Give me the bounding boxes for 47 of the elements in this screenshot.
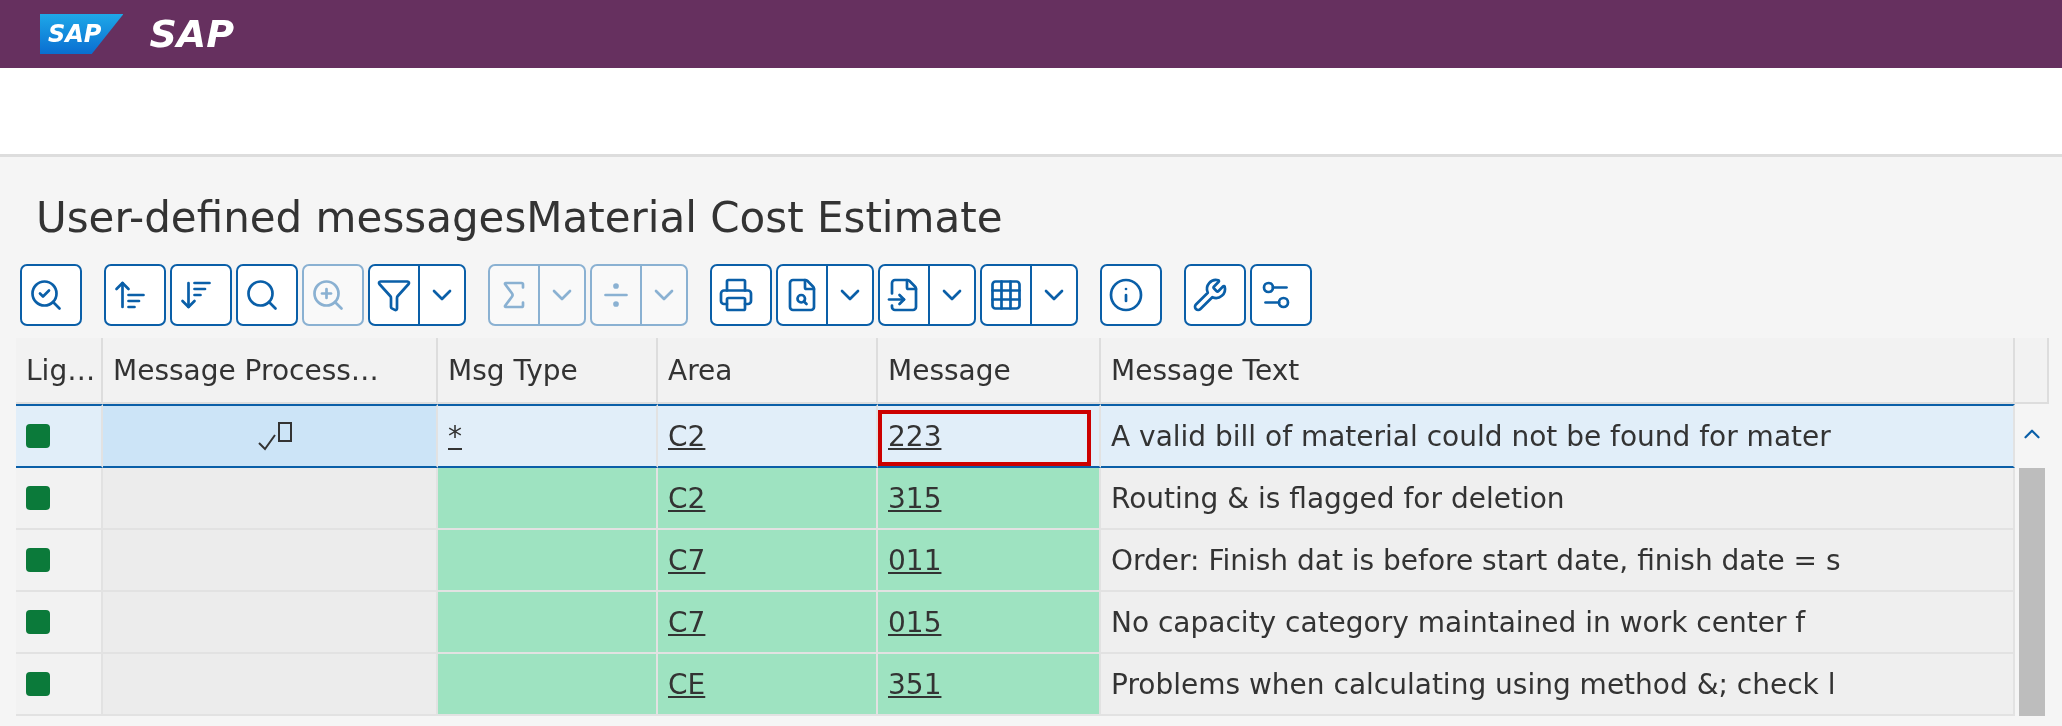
column-header[interactable]: Message Text <box>1101 338 2015 404</box>
scrollbar-thumb[interactable] <box>2019 468 2045 716</box>
column-header[interactable]: Msg Type <box>438 338 658 404</box>
toolbar-button[interactable] <box>1250 264 1312 326</box>
message-link[interactable]: 015 <box>888 605 942 639</box>
shell-title: SAP <box>149 12 235 56</box>
message-link[interactable]: 315 <box>888 481 942 515</box>
wrench-icon <box>1192 277 1228 313</box>
toolbar-button[interactable] <box>104 264 166 326</box>
toolbar-button[interactable] <box>236 264 298 326</box>
area-link[interactable]: C7 <box>668 543 706 577</box>
message-link[interactable]: 351 <box>888 667 942 701</box>
info-icon <box>1108 277 1144 313</box>
toolbar-button[interactable] <box>1184 264 1246 326</box>
column-header[interactable]: Lig… <box>16 338 103 404</box>
toolbar-button[interactable] <box>710 264 772 326</box>
toolbar-button[interactable] <box>20 264 82 326</box>
toolbar-button[interactable] <box>368 264 466 326</box>
toolbar-button[interactable] <box>980 264 1078 326</box>
message-link[interactable]: 011 <box>888 543 942 577</box>
toolbar-button[interactable] <box>776 264 874 326</box>
message-text: A valid bill of material could not be found for mater <box>1101 404 2015 468</box>
page-title: User-defined messagesMaterial Cost Estimate <box>35 192 1004 242</box>
column-header[interactable]: Message <box>878 338 1101 404</box>
grid-settings-icon <box>988 277 1024 313</box>
message-text: Problems when calculating using method &; check l <box>1101 654 2015 716</box>
search-icon <box>244 277 280 313</box>
column-header-blank <box>2015 338 2049 404</box>
filter-icon <box>376 277 412 313</box>
check-magnifier-icon <box>28 277 64 313</box>
message-text: No capacity category maintained in work center f <box>1101 592 2015 654</box>
area-link[interactable]: CE <box>668 667 706 701</box>
area-link[interactable]: C2 <box>668 481 706 515</box>
toolbar-button[interactable] <box>878 264 976 326</box>
message-link[interactable]: 223 <box>888 419 942 453</box>
message-text: Routing & is flagged for deletion <box>1101 468 2015 530</box>
toolbar-button[interactable] <box>1100 264 1162 326</box>
column-header[interactable]: Message Process… <box>103 338 438 404</box>
toolbar-button[interactable] <box>170 264 232 326</box>
print-icon <box>718 277 754 313</box>
zoom-in-icon <box>310 277 346 313</box>
column-header[interactable]: Area <box>658 338 878 404</box>
msg-type-link[interactable]: * <box>448 419 462 453</box>
area-link[interactable]: C7 <box>668 605 706 639</box>
message-text: Order: Finish dat is before start date, finish date = s <box>1101 530 2015 592</box>
logo: SAP <box>40 14 124 54</box>
area-link[interactable]: C2 <box>668 419 706 453</box>
